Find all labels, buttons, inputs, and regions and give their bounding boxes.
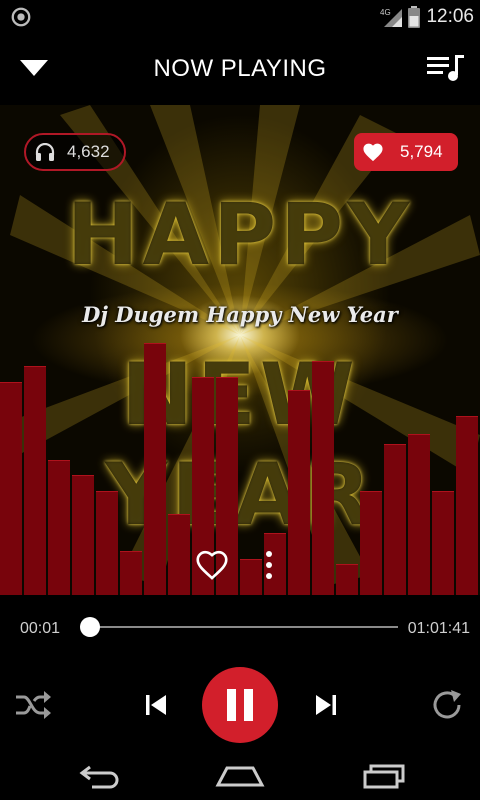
like-count: 5,794 [400,142,443,161]
recent-apps-icon [363,764,405,789]
equalizer-bar [408,434,430,595]
total-duration: 01:01:41 [407,620,470,637]
equalizer-bar [360,491,382,595]
equalizer-bar [120,551,142,595]
nav-recent-apps-button[interactable] [354,760,414,792]
play-pause-button[interactable] [202,667,278,743]
progress-row: 00:01 01:01:41 [0,605,480,651]
previous-button[interactable] [136,685,176,725]
skip-previous-icon [146,695,166,715]
shuffle-icon [16,691,51,719]
nav-home-button[interactable] [210,760,270,792]
like-count-button[interactable]: 5,794 [354,133,458,171]
equalizer-bar [168,514,190,595]
equalizer-visualizer [0,335,480,595]
equalizer-bar [456,416,478,595]
artwork-text-happy: HAPPY [66,185,414,285]
headphones-icon [35,143,55,161]
equalizer-bar [312,361,334,595]
album-artwork: HAPPY NEW YEAR [0,105,480,595]
skip-next-icon [316,695,336,715]
equalizer-bar [48,460,70,595]
queue-music-icon [427,55,464,81]
back-icon [79,765,119,789]
equalizer-bar [0,382,22,595]
seek-bar-thumb[interactable] [80,617,100,637]
favorite-button[interactable] [192,545,232,585]
listen-count-badge: 4,632 [24,133,126,171]
battery-icon [408,6,421,28]
listen-count: 4,632 [67,142,110,161]
equalizer-bar [96,491,118,595]
shuffle-button[interactable] [10,685,56,725]
home-icon [215,766,265,787]
status-bar: 4G 12:06 [0,0,480,33]
equalizer-bar [336,564,358,595]
app-bar: NOW PLAYING [0,33,480,105]
equalizer-bar [72,475,94,595]
signal-icon: 4G [380,8,403,27]
more-vert-icon [266,551,272,579]
elapsed-time: 00:01 [20,620,61,637]
nav-back-button[interactable] [70,760,130,792]
page-title: NOW PLAYING [153,55,327,82]
more-options-button[interactable] [256,545,282,585]
equalizer-bar [384,444,406,595]
sync-icon [11,7,31,27]
repeat-button[interactable] [424,685,470,725]
pause-icon [227,689,253,721]
equalizer-bar [288,390,310,595]
playback-controls [0,665,480,745]
song-title: Dj Dugem Happy New Year [82,302,398,327]
status-time: 12:06 [426,6,474,27]
seek-bar[interactable] [80,617,398,637]
equalizer-bar [144,343,166,595]
next-button[interactable] [306,685,346,725]
repeat-icon [433,690,461,719]
system-navigation-bar [0,752,480,800]
heart-outline-icon [196,550,228,580]
queue-button[interactable] [424,51,468,87]
equalizer-bar [432,491,454,595]
equalizer-bar [24,366,46,595]
heart-filled-icon [363,143,383,162]
network-type-label: 4G [380,8,391,17]
